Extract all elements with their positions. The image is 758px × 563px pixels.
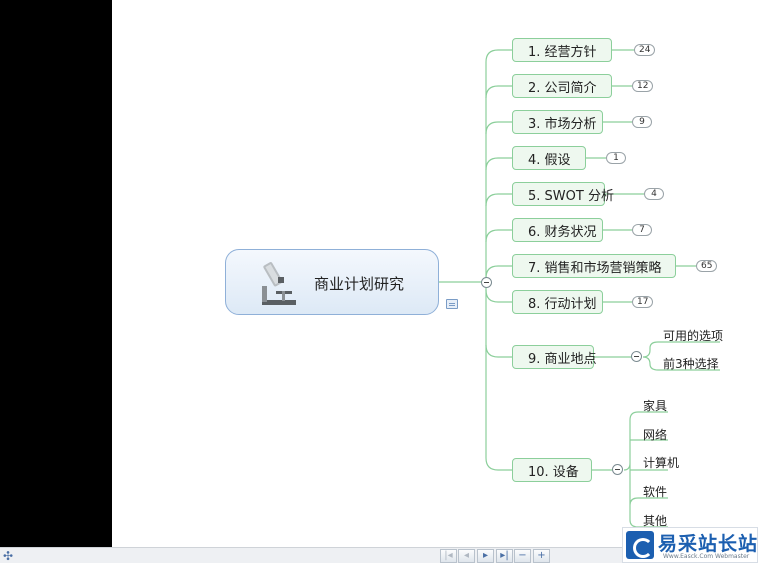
branch-label: 4. 假设 — [528, 152, 571, 168]
watermark-brand: 易采站长站 — [658, 533, 758, 555]
branch-3[interactable]: 3. 市场分析 — [512, 110, 603, 134]
count-badge-7[interactable]: 65 — [696, 260, 718, 272]
branch-label: 8. 行动计划 — [528, 296, 597, 312]
branch-9[interactable]: 9. 商业地点 — [512, 345, 597, 369]
connector-trunk — [485, 49, 512, 471]
branch-5[interactable]: 5. SWOT 分析 — [512, 182, 614, 206]
connector-b8 — [485, 289, 512, 303]
count-badge-2[interactable]: 12 — [632, 80, 654, 92]
note-icon[interactable] — [446, 299, 458, 309]
branch-label: 3. 市场分析 — [528, 116, 597, 132]
branch-label: 5. SWOT 分析 — [528, 188, 614, 204]
branch-2[interactable]: 2. 公司简介 — [512, 74, 612, 98]
subtopic-top3-choices[interactable]: 前3种选择 — [663, 355, 719, 372]
central-collapse-toggle[interactable] — [481, 277, 492, 288]
central-topic[interactable]: 商业计划研究 — [225, 249, 439, 315]
branch-label: 9. 商业地点 — [528, 351, 597, 367]
branch-1[interactable]: 1. 经营方针 — [512, 38, 612, 62]
count-badge-3[interactable]: 9 — [632, 116, 652, 128]
count-badge-5[interactable]: 4 — [644, 188, 664, 200]
site-watermark: 易采站长站 Www.Easck.Com Webmaster — [622, 527, 758, 563]
subtopic-computer[interactable]: 计算机 — [643, 454, 679, 471]
count-badge-4[interactable]: 1 — [606, 152, 626, 164]
connector-b7 — [485, 265, 512, 279]
branch-label: 6. 财务状况 — [528, 224, 597, 240]
branch-8[interactable]: 8. 行动计划 — [512, 290, 603, 314]
zoom-in-button[interactable]: + — [533, 549, 550, 563]
central-topic-title: 商业计划研究 — [314, 275, 405, 293]
branch-label: 2. 公司简介 — [528, 80, 597, 96]
branch-7[interactable]: 7. 销售和市场营销策略 — [512, 254, 676, 278]
branch-label: 10. 设备 — [528, 464, 579, 480]
watermark-tagline: Www.Easck.Com Webmaster — [663, 553, 750, 560]
branch-label: 7. 销售和市场营销策略 — [528, 260, 662, 276]
connector-b5 — [485, 193, 512, 207]
connector-b3 — [485, 121, 512, 135]
branch-9-collapse-toggle[interactable] — [631, 351, 642, 362]
next-page-button[interactable]: ▸ — [477, 549, 494, 563]
microscope-icon — [262, 262, 296, 305]
count-badge-6[interactable]: 7 — [632, 224, 652, 236]
branch-6[interactable]: 6. 财务状况 — [512, 218, 603, 242]
last-page-button[interactable]: ▸| — [496, 549, 513, 563]
connector-b9 — [485, 344, 512, 358]
connector-b6 — [485, 229, 512, 243]
subtopic-software[interactable]: 软件 — [643, 483, 667, 500]
branch-label: 1. 经营方针 — [528, 44, 597, 60]
move-icon[interactable]: ✣ — [3, 549, 13, 563]
subtopic-furniture[interactable]: 家具 — [643, 397, 667, 414]
count-badge-8[interactable]: 17 — [632, 296, 654, 308]
branch-10-collapse-toggle[interactable] — [612, 464, 623, 475]
first-page-button[interactable]: |◂ — [440, 549, 457, 563]
subtopic-network[interactable]: 网络 — [643, 426, 667, 443]
count-badge-1[interactable]: 24 — [634, 44, 656, 56]
site-logo-icon — [626, 531, 654, 559]
zoom-out-button[interactable]: − — [514, 549, 531, 563]
previous-page-button[interactable]: ◂ — [458, 549, 475, 563]
connector-b2 — [485, 85, 512, 99]
branch-10[interactable]: 10. 设备 — [512, 458, 592, 482]
connector-b4 — [485, 157, 512, 171]
subtopic-available-options[interactable]: 可用的选项 — [663, 327, 723, 344]
branch-4[interactable]: 4. 假设 — [512, 146, 586, 170]
